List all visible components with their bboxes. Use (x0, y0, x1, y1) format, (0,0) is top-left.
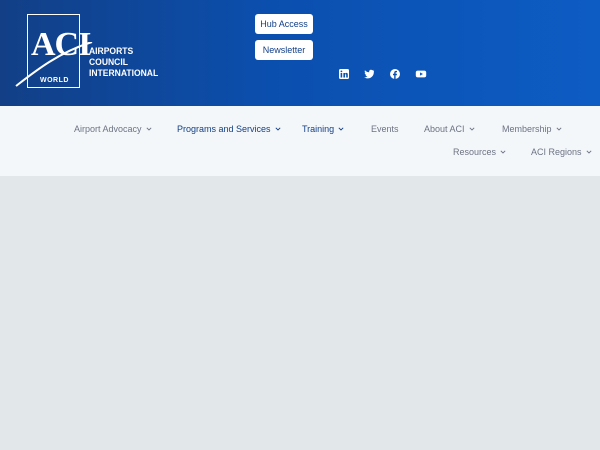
nav-label: Airport Advocacy (74, 124, 142, 134)
logo-line-1: AIRPORTS (89, 46, 134, 56)
logo-line-3: INTERNATIONAL (89, 68, 159, 78)
aci-logo[interactable]: ACI WORLD AIRPORTS COUNCIL INTERNATIONAL (14, 14, 158, 90)
nav-item-training[interactable]: Training (302, 124, 344, 134)
facebook-icon[interactable] (389, 68, 401, 80)
youtube-icon[interactable] (415, 68, 427, 80)
nav-label: Events (371, 124, 399, 134)
nav-label: Resources (453, 147, 497, 157)
nav-label: Membership (502, 124, 552, 134)
nav-label: About ACI (424, 124, 465, 134)
hub-access-button[interactable]: Hub Access (255, 14, 313, 34)
nav-item-about-aci[interactable]: About ACI (424, 124, 475, 134)
nav-item-membership[interactable]: Membership (502, 124, 562, 134)
nav-item-events[interactable]: Events (371, 124, 399, 134)
nav-label: Training (302, 124, 335, 134)
nav-label: ACI Regions (531, 147, 582, 157)
newsletter-button[interactable]: Newsletter (255, 40, 313, 60)
logo-wordmark: AIRPORTS COUNCIL INTERNATIONAL (89, 46, 158, 79)
linkedin-icon[interactable] (338, 68, 350, 80)
nav-item-programs-and-services[interactable]: Programs and Services (177, 124, 281, 134)
main-navigation: Airport Advocacy Programs and Services T… (0, 106, 600, 176)
chevron-down-icon (275, 127, 281, 131)
nav-item-aci-regions[interactable]: ACI Regions (531, 147, 592, 157)
chevron-down-icon (146, 127, 152, 131)
nav-item-airport-advocacy[interactable]: Airport Advocacy (74, 124, 152, 134)
nav-item-resources[interactable]: Resources (453, 147, 506, 157)
site-header: ACI WORLD AIRPORTS COUNCIL INTERNATIONAL… (0, 0, 600, 106)
chevron-down-icon (469, 127, 475, 131)
page-content-area (0, 176, 600, 450)
nav-label: Programs and Services (177, 124, 271, 134)
logo-line-2: COUNCIL (89, 57, 128, 67)
chevron-down-icon (500, 150, 506, 154)
chevron-down-icon (556, 127, 562, 131)
twitter-icon[interactable] (363, 68, 375, 80)
chevron-down-icon (338, 127, 344, 131)
chevron-down-icon (586, 150, 592, 154)
logo-swoosh-icon (15, 42, 93, 87)
